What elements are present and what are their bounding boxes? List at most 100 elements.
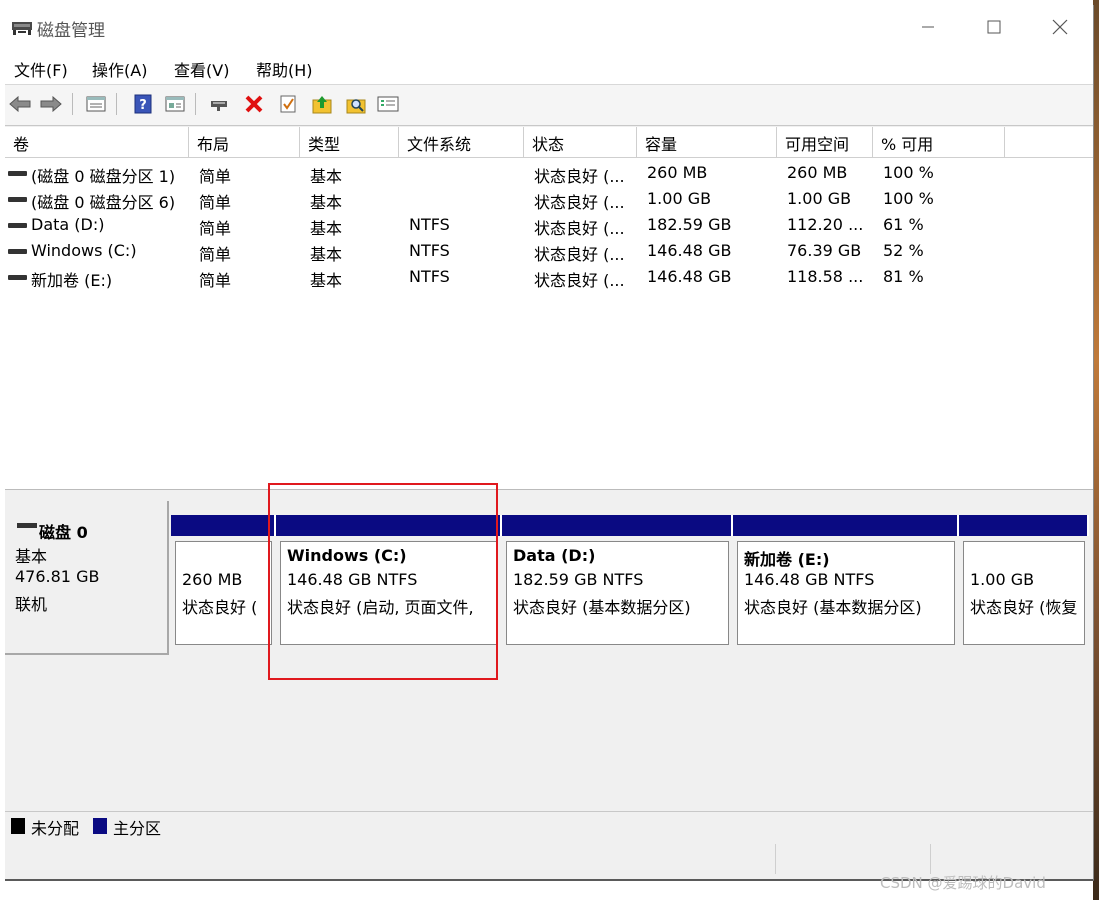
properties-button[interactable] — [84, 92, 108, 116]
toolbar: ? — [5, 85, 1093, 126]
forward-arrow-icon — [40, 96, 62, 112]
partition-windows-c[interactable]: Windows (C:) 146.48 GB NTFS 状态良好 (启动, 页面… — [276, 515, 502, 653]
partition-color-bar — [502, 515, 733, 536]
toolbar-separator — [116, 93, 117, 115]
menu-help[interactable]: 帮助(H) — [256, 57, 313, 81]
partition-recovery-6[interactable]: 1.00 GB 状态良好 (恢复 — [959, 515, 1089, 653]
header-label: 卷 — [13, 135, 30, 154]
partition-recovery-1[interactable]: 260 MB 状态良好 ( — [171, 515, 276, 653]
partition-color-bar — [171, 515, 276, 536]
column-header-layout[interactable]: 布局 — [189, 127, 300, 158]
column-header-capacity[interactable]: 容量 — [637, 127, 777, 158]
cell-volume: Data (D:) — [31, 215, 105, 234]
title-bar: 磁盘管理 — [5, 5, 1093, 51]
column-header-free-space[interactable]: 可用空间 — [777, 127, 873, 158]
settings-icon — [377, 96, 399, 112]
column-header-percent-free[interactable]: % 可用 — [873, 127, 1005, 158]
partition-size: 182.59 GB NTFS — [513, 570, 644, 589]
table-row[interactable]: (磁盘 0 磁盘分区 1) 简单 基本 状态良好 (... 260 MB 260… — [5, 160, 1093, 186]
menu-action[interactable]: 操作(A) — [92, 57, 147, 81]
maximize-button[interactable] — [979, 13, 1009, 41]
up-button[interactable] — [310, 92, 334, 116]
cell-layout: 简单 — [199, 193, 232, 212]
cell-layout: 简单 — [199, 271, 232, 290]
list-view-button[interactable] — [163, 92, 187, 116]
header-label: 可用空间 — [785, 135, 850, 154]
primary-partition-swatch — [93, 818, 107, 834]
table-row[interactable]: 新加卷 (E:) 简单 基本 NTFS 状态良好 (... 146.48 GB … — [5, 264, 1093, 290]
cell-status: 状态良好 (... — [534, 271, 625, 290]
table-row[interactable]: (磁盘 0 磁盘分区 6) 简单 基本 状态良好 (... 1.00 GB 1.… — [5, 186, 1093, 212]
legend-bar: 未分配 主分区 — [5, 811, 1093, 841]
help-icon: ? — [134, 94, 152, 114]
cell-free-space: 1.00 GB — [787, 189, 852, 208]
svg-text:?: ? — [139, 98, 147, 113]
list-view-icon — [165, 96, 185, 112]
partition-title: Data (D:) — [513, 546, 596, 565]
cell-layout: 简单 — [199, 245, 232, 264]
table-row[interactable]: Windows (C:) 简单 基本 NTFS 状态良好 (... 146.48… — [5, 238, 1093, 264]
cell-percent-free: 61 % — [883, 215, 924, 234]
forward-button[interactable] — [39, 92, 63, 116]
cell-status: 状态良好 (... — [534, 219, 625, 238]
disk-management-icon — [12, 22, 32, 35]
partition-map: 260 MB 状态良好 ( Windows (C:) 146.48 GB NTF… — [171, 515, 1089, 653]
status-separator — [930, 844, 931, 874]
cell-status: 状态良好 (... — [534, 245, 625, 264]
window-title: 磁盘管理 — [37, 21, 105, 41]
column-header-volume[interactable]: 卷 — [5, 127, 189, 158]
toolbar-separator — [195, 93, 196, 115]
disk-0-label[interactable]: 磁盘 0 基本 476.81 GB 联机 — [5, 501, 169, 655]
column-header-status[interactable]: 状态 — [524, 127, 637, 158]
column-header-type[interactable]: 类型 — [300, 127, 399, 158]
close-icon — [1052, 19, 1068, 35]
help-button[interactable]: ? — [131, 92, 155, 116]
minimize-button[interactable] — [913, 13, 943, 41]
connect-icon — [211, 101, 227, 111]
partition-body: 260 MB 状态良好 ( — [175, 541, 272, 645]
menu-bar: 文件(F) 操作(A) 查看(V) 帮助(H) — [5, 51, 1093, 85]
close-button[interactable] — [1045, 13, 1075, 41]
maximize-icon — [987, 20, 1001, 34]
drive-icon — [8, 223, 27, 228]
search-button[interactable] — [344, 92, 368, 116]
disk-graphical-view: 磁盘 0 基本 476.81 GB 联机 260 MB 状态良好 ( Windo… — [5, 491, 1093, 811]
cell-type: 基本 — [310, 245, 343, 264]
disk-icon — [17, 523, 37, 528]
partition-new-volume-e[interactable]: 新加卷 (E:) 146.48 GB NTFS 状态良好 (基本数据分区) — [733, 515, 959, 653]
cell-volume: 新加卷 (E:) — [31, 271, 113, 290]
connect-button[interactable] — [208, 92, 232, 116]
column-header-filesystem[interactable]: 文件系统 — [399, 127, 524, 158]
partition-size: 146.48 GB NTFS — [287, 570, 418, 589]
back-button[interactable] — [8, 92, 32, 116]
menu-view[interactable]: 查看(V) — [174, 57, 229, 81]
partition-color-bar — [733, 515, 959, 536]
unallocated-swatch — [11, 818, 25, 834]
cell-type: 基本 — [310, 193, 343, 212]
drive-icon — [8, 249, 27, 254]
check-icon — [280, 95, 296, 113]
back-arrow-icon — [9, 96, 31, 112]
delete-button[interactable] — [242, 92, 266, 116]
cell-free-space: 118.58 ... — [787, 267, 864, 286]
partition-data-d[interactable]: Data (D:) 182.59 GB NTFS 状态良好 (基本数据分区) — [502, 515, 733, 653]
cell-percent-free: 100 % — [883, 163, 934, 182]
cell-free-space: 260 MB — [787, 163, 848, 182]
menu-file[interactable]: 文件(F) — [14, 57, 68, 81]
cell-status: 状态良好 (... — [534, 167, 625, 186]
partition-body: Data (D:) 182.59 GB NTFS 状态良好 (基本数据分区) — [506, 541, 729, 645]
cell-volume: (磁盘 0 磁盘分区 1) — [31, 167, 176, 186]
settings-button[interactable] — [376, 92, 400, 116]
table-row[interactable]: Data (D:) 简单 基本 NTFS 状态良好 (... 182.59 GB… — [5, 212, 1093, 238]
watermark: CSDN @爱踢球的David — [880, 874, 1046, 892]
partition-title: 新加卷 (E:) — [744, 550, 830, 569]
check-button[interactable] — [276, 92, 300, 116]
cell-percent-free: 52 % — [883, 241, 924, 260]
legend-primary-partition: 主分区 — [113, 819, 162, 838]
cell-filesystem: NTFS — [409, 215, 450, 234]
partition-status: 状态良好 (启动, 页面文件, — [287, 598, 474, 617]
cell-capacity: 146.48 GB — [647, 241, 732, 260]
partition-size: 260 MB — [182, 570, 243, 589]
partition-color-bar — [959, 515, 1089, 536]
cell-capacity: 182.59 GB — [647, 215, 732, 234]
